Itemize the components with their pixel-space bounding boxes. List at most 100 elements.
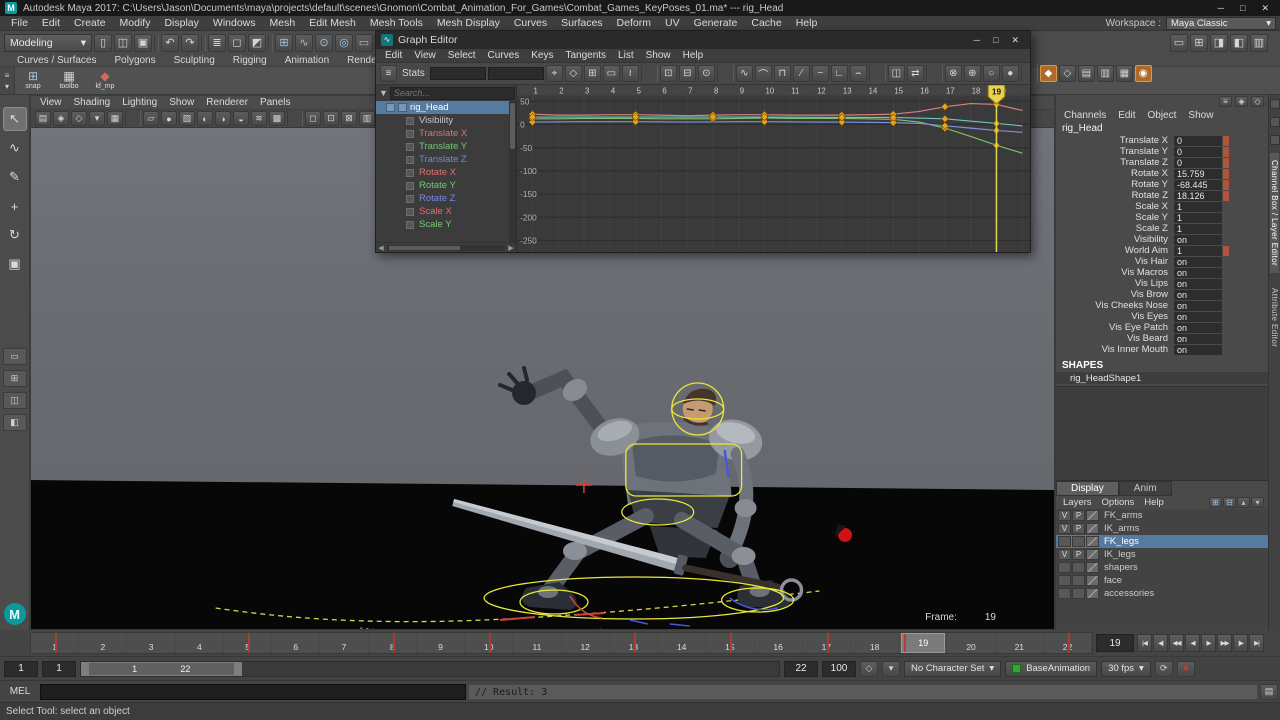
auto-key-icon[interactable]: ● bbox=[1177, 661, 1195, 677]
graph-channel-row[interactable]: Rotate Z bbox=[376, 192, 516, 205]
playback-end-field[interactable] bbox=[784, 661, 818, 677]
scroll-left-icon[interactable]: ◀ bbox=[376, 244, 386, 252]
layer-playback-toggle[interactable]: P bbox=[1072, 523, 1085, 534]
layer-visibility-toggle[interactable]: V bbox=[1058, 549, 1071, 560]
channel-row[interactable]: Rotate Z 18.126 bbox=[1056, 190, 1268, 201]
frame-playback-range-icon[interactable]: ⊟ bbox=[679, 65, 696, 82]
graph-editor-menu-item[interactable]: Edit bbox=[379, 50, 408, 61]
go-to-end-button[interactable]: ▶| bbox=[1249, 634, 1264, 652]
animation-end-field[interactable] bbox=[822, 661, 856, 677]
move-nearest-picked-key-icon[interactable]: ⌖ bbox=[546, 65, 563, 82]
layer-add-icon[interactable]: ⊞ bbox=[1209, 497, 1222, 508]
channel-value-field[interactable]: 0 bbox=[1174, 147, 1222, 157]
layer-move-down-icon[interactable]: ▾ bbox=[1251, 497, 1264, 508]
graph-channel-row[interactable]: Translate X bbox=[376, 127, 516, 140]
xray-icon[interactable]: ◻ bbox=[305, 111, 321, 126]
channel-speed-icon[interactable]: ◈ bbox=[1235, 96, 1248, 107]
timeline-frame-label[interactable]: 4 bbox=[176, 633, 224, 653]
command-language-label[interactable]: MEL bbox=[2, 686, 38, 697]
flat-tangent-icon[interactable]: − bbox=[812, 65, 829, 82]
select-hierarchy-icon[interactable]: ≣ bbox=[208, 34, 226, 52]
channel-label[interactable]: Translate Z bbox=[1056, 157, 1174, 168]
scale-tool-icon[interactable]: ▣ bbox=[3, 252, 27, 276]
shadows-icon[interactable]: ◑ bbox=[215, 111, 231, 126]
layer-row[interactable]: accessories bbox=[1056, 587, 1268, 600]
paint-select-tool-icon[interactable]: ✎ bbox=[3, 165, 27, 189]
layer-visibility-toggle[interactable]: V bbox=[1058, 510, 1071, 521]
menu-item[interactable]: Edit bbox=[35, 17, 67, 29]
channel-mute-icon[interactable] bbox=[406, 169, 414, 177]
workspace-dropdown[interactable]: Maya Classic ▾ bbox=[1166, 17, 1276, 30]
layer-row[interactable]: FK_legs bbox=[1056, 535, 1268, 548]
graph-editor-menu-item[interactable]: Show bbox=[640, 50, 677, 61]
channel-row[interactable]: Vis Cheeks Nose on bbox=[1056, 300, 1268, 311]
channel-value-field[interactable]: 0 bbox=[1174, 136, 1222, 146]
wireframe-on-shaded-icon[interactable]: ⊡ bbox=[323, 111, 339, 126]
value-snap-icon[interactable]: ◇ bbox=[1059, 65, 1076, 82]
frame-all-icon[interactable]: ⊡ bbox=[660, 65, 677, 82]
layer-visibility-toggle[interactable] bbox=[1058, 588, 1071, 599]
graph-editor-menu-item[interactable]: List bbox=[612, 50, 640, 61]
absolute-view-icon[interactable]: ▤ bbox=[1078, 65, 1095, 82]
pin-channel-icon[interactable]: ◉ bbox=[1135, 65, 1152, 82]
smooth-shade-icon[interactable]: ● bbox=[161, 111, 177, 126]
channel-mute-icon[interactable] bbox=[406, 130, 414, 138]
anti-aliasing-icon[interactable]: ▩ bbox=[269, 111, 285, 126]
menu-item[interactable]: Generate bbox=[687, 17, 745, 29]
channel-sliders-icon[interactable]: ≡ bbox=[1219, 96, 1232, 107]
channel-value-field[interactable]: on bbox=[1174, 235, 1222, 245]
layer-visibility-toggle[interactable] bbox=[1058, 575, 1071, 586]
attribute-editor-toggle-icon[interactable]: ◧ bbox=[1230, 34, 1248, 52]
maximize-icon[interactable]: □ bbox=[1240, 3, 1245, 14]
channel-label[interactable]: Rotate Y bbox=[1056, 179, 1174, 190]
channel-value-field[interactable]: -68.445 bbox=[1174, 180, 1222, 190]
channel-label[interactable]: Translate X bbox=[1056, 135, 1174, 146]
menu-item[interactable]: Windows bbox=[206, 17, 263, 29]
command-input[interactable] bbox=[40, 684, 466, 700]
channel-label[interactable]: Vis Eyes bbox=[1056, 311, 1174, 322]
channel-value-field[interactable]: on bbox=[1174, 290, 1222, 300]
graph-editor-titlebar[interactable]: ∿ Graph Editor ─ □ ✕ bbox=[376, 31, 1030, 49]
channel-mute-icon[interactable] bbox=[406, 143, 414, 151]
channel-row[interactable]: Vis Lips on bbox=[1056, 278, 1268, 289]
viewport-menu-item[interactable]: Lighting bbox=[116, 97, 163, 108]
stacked-view-icon[interactable]: ▥ bbox=[1097, 65, 1114, 82]
timeline-frame-label[interactable]: 16 bbox=[755, 633, 803, 653]
viewport-menu-item[interactable]: Shading bbox=[68, 97, 117, 108]
channel-label[interactable]: Vis Cheeks Nose bbox=[1056, 300, 1174, 311]
unify-tangents-icon[interactable]: ⊕ bbox=[964, 65, 981, 82]
viewport-menu-item[interactable]: Renderer bbox=[200, 97, 254, 108]
menu-item[interactable]: UV bbox=[658, 17, 687, 29]
menu-item[interactable]: Cache bbox=[744, 17, 788, 29]
window-titlebar[interactable]: M Autodesk Maya 2017: C:\Users\Jason\Doc… bbox=[0, 0, 1280, 16]
plateau-tangent-icon[interactable]: ⌢ bbox=[850, 65, 867, 82]
fps-dropdown[interactable]: 30 fps ▾ bbox=[1101, 661, 1151, 677]
linear-tangent-icon[interactable]: ∕ bbox=[793, 65, 810, 82]
channel-value-field[interactable]: 15.759 bbox=[1174, 169, 1222, 179]
timeline-frame-label[interactable]: 20 bbox=[947, 633, 995, 653]
time-slider-strip[interactable]: 1 2 3 4 5 6 7 8 9 10 11 12 13 14 15 bbox=[30, 632, 1093, 654]
timeline-frame-label[interactable]: 9 bbox=[417, 633, 465, 653]
channel-value-field[interactable]: on bbox=[1174, 279, 1222, 289]
tab-display[interactable]: Display bbox=[1056, 481, 1119, 496]
graph-editor-menu-item[interactable]: Keys bbox=[525, 50, 559, 61]
channel-row[interactable]: Vis Hair on bbox=[1056, 256, 1268, 267]
shelf-tab[interactable]: Sculpting bbox=[165, 55, 224, 66]
channel-label[interactable]: Rotate Z bbox=[1056, 190, 1174, 201]
graph-editor-menu-item[interactable]: Help bbox=[677, 50, 710, 61]
auto-tangent-icon[interactable]: ∿ bbox=[736, 65, 753, 82]
layer-playback-toggle[interactable] bbox=[1072, 562, 1085, 573]
ambient-occlusion-icon[interactable]: ◒ bbox=[233, 111, 249, 126]
menu-item[interactable]: Create bbox=[67, 17, 113, 29]
select-component-icon[interactable]: ◩ bbox=[248, 34, 266, 52]
layer-row[interactable]: face bbox=[1056, 574, 1268, 587]
wireframe-icon[interactable]: ▱ bbox=[143, 111, 159, 126]
layer-color-swatch[interactable] bbox=[1086, 523, 1099, 534]
outliner-h-scrollbar[interactable]: ◀ ▶ bbox=[376, 242, 516, 252]
field-chart-icon[interactable]: ▥ bbox=[359, 111, 375, 126]
graph-channel-row[interactable]: Translate Y bbox=[376, 140, 516, 153]
image-plane-icon[interactable]: ▦ bbox=[107, 111, 123, 126]
channel-row[interactable]: Translate X 0 bbox=[1056, 135, 1268, 146]
break-tangents-icon[interactable]: ⊗ bbox=[945, 65, 962, 82]
tree-object-row[interactable]: rig_Head bbox=[376, 101, 516, 114]
